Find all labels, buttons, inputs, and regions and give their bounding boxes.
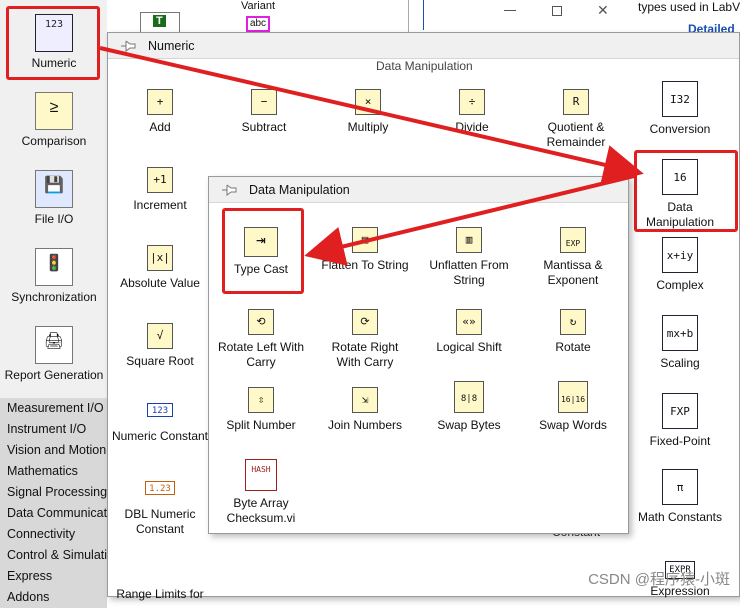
arrow-data-manipulation-to-type-cast <box>304 174 635 266</box>
annotation-arrows <box>99 46 644 266</box>
watermark: CSDN @程序猿-小斑 <box>588 571 730 588</box>
arrow-numeric-to-data-manipulation <box>99 46 644 185</box>
